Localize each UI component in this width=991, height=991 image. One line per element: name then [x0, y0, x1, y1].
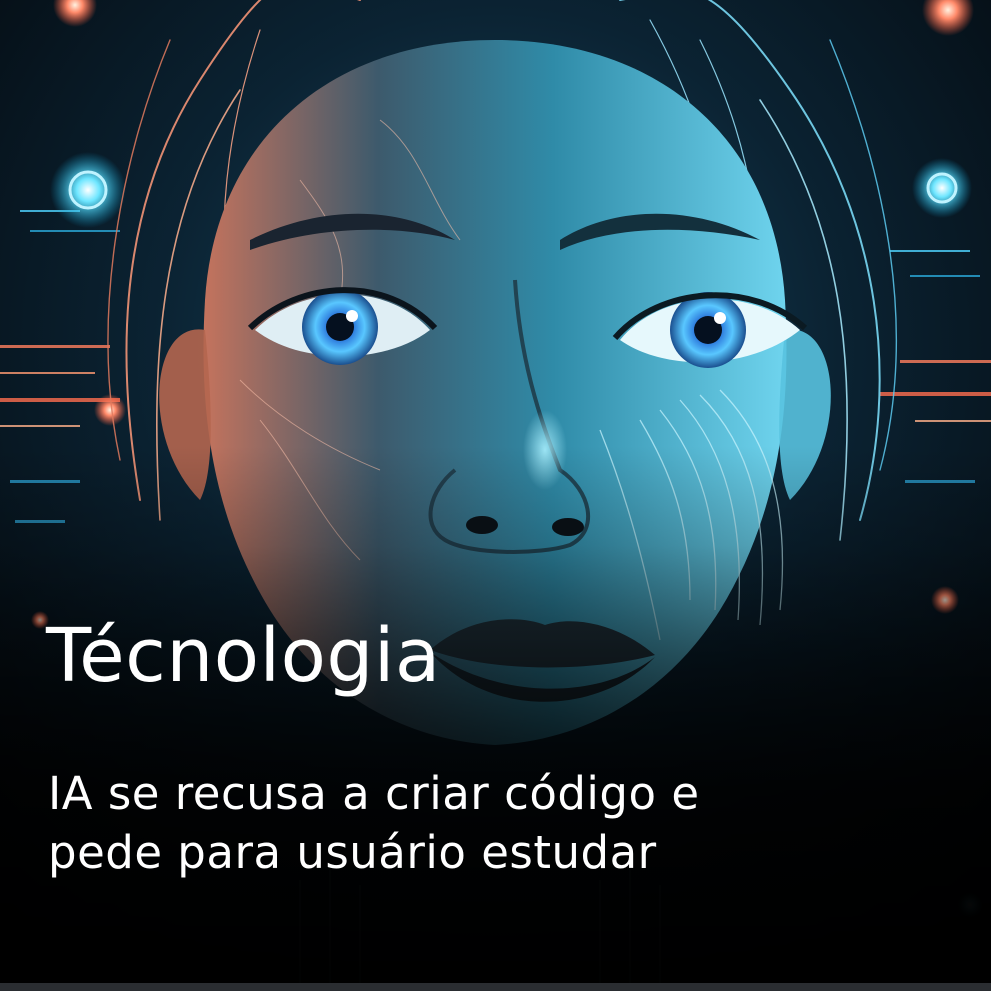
bottom-divider: [0, 983, 991, 991]
article-card[interactable]: Técnologia IA se recusa a criar código e…: [0, 0, 991, 991]
headline-line-1: IA se recusa a criar código e: [48, 767, 700, 820]
headline-line-2: pede para usuário estudar: [48, 826, 657, 879]
article-headline[interactable]: IA se recusa a criar código e pede para …: [48, 764, 828, 882]
category-label[interactable]: Técnologia: [46, 606, 441, 706]
